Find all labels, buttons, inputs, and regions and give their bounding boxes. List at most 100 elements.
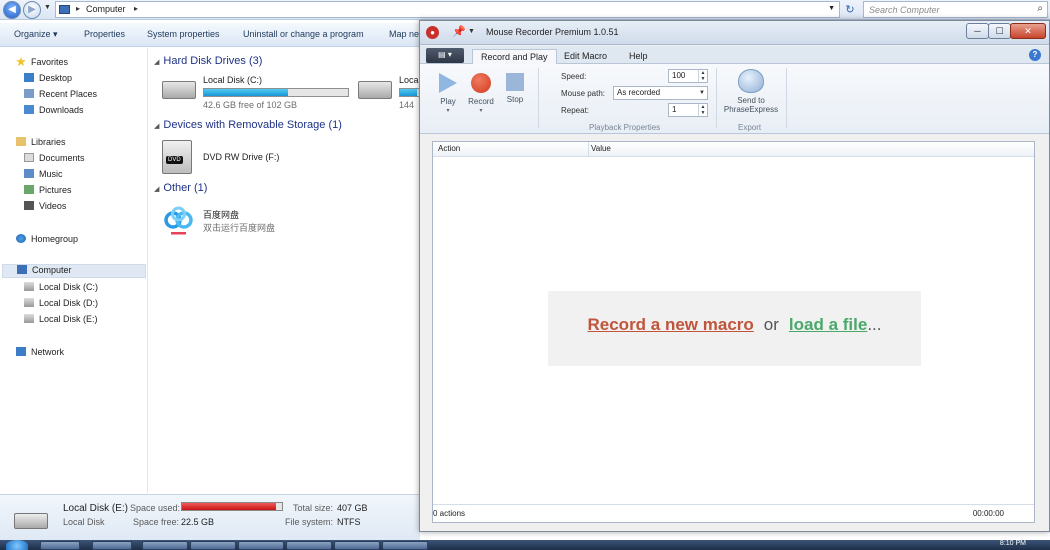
address-dropdown-icon[interactable]: ▼	[828, 5, 835, 12]
taskbar-app-button[interactable]	[190, 541, 236, 550]
or-text: or	[763, 315, 779, 334]
record-dropdown-icon[interactable]: ▾	[465, 107, 497, 114]
taskbar-app-button[interactable]	[142, 541, 188, 550]
group-removable-storage[interactable]: ◢ Devices with Removable Storage (1)	[154, 119, 342, 131]
taskbar-app-button[interactable]	[92, 541, 132, 550]
drive-icon	[24, 298, 34, 307]
start-button[interactable]	[6, 540, 28, 550]
spinner-arrows-icon[interactable]: ▲ ▼	[698, 104, 707, 116]
tab-help[interactable]: Help	[621, 49, 656, 64]
taskbar-app-button[interactable]	[334, 541, 380, 550]
nav-disk-c[interactable]: Local Disk (C:)	[24, 282, 98, 296]
spinner-arrows-icon[interactable]: ▲ ▼	[698, 70, 707, 82]
load-file-link[interactable]: load a file	[789, 315, 867, 334]
nav-recent-places[interactable]: Recent Places	[24, 89, 97, 103]
maximize-button[interactable]: ☐	[988, 23, 1011, 39]
baidu-pan-icon	[164, 206, 193, 235]
nav-disk-c-label: Local Disk (C:)	[39, 282, 99, 292]
play-button[interactable]: Play ▾	[433, 73, 463, 114]
hard-drive-icon	[162, 81, 196, 99]
drive-c-name: Local Disk (C:)	[203, 75, 263, 85]
nav-disk-e[interactable]: Local Disk (E:)	[24, 314, 98, 328]
record-label: Record	[468, 97, 494, 106]
send-to-phraseexpress-button[interactable]: Send to PhraseExpress	[720, 69, 782, 114]
recorder-title-bar[interactable]: ● 📌 ▼ Mouse Recorder Premium 1.0.51 ─ ☐ …	[420, 21, 1049, 45]
taskbar-clock[interactable]: 8:10 PM	[1000, 540, 1026, 547]
organize-button[interactable]: Organize ▾	[14, 29, 58, 40]
nav-desktop[interactable]: Desktop	[24, 73, 72, 87]
breadcrumb-computer[interactable]: Computer	[86, 4, 126, 14]
nav-computer[interactable]: Computer	[2, 264, 146, 278]
close-button[interactable]: ✕	[1010, 23, 1046, 39]
tab-edit-macro[interactable]: Edit Macro	[556, 49, 615, 64]
minimize-button[interactable]: ─	[966, 23, 989, 39]
taskbar: 8:10 PM	[0, 540, 1050, 550]
group-other[interactable]: ◢ Other (1)	[154, 182, 207, 194]
refresh-button[interactable]: ↻	[842, 2, 858, 18]
taskbar-app-button[interactable]	[238, 541, 284, 550]
nav-pictures[interactable]: Pictures	[24, 185, 72, 199]
breadcrumb-arrow-icon[interactable]: ▸	[76, 4, 80, 13]
nav-network[interactable]: Network	[16, 347, 64, 361]
back-arrow-icon: ◀	[8, 4, 16, 15]
stop-label: Stop	[506, 95, 524, 104]
taskbar-app-button[interactable]	[40, 541, 80, 550]
stop-icon	[506, 73, 524, 91]
speed-label: Speed:	[561, 72, 587, 81]
pin-icon[interactable]: 📌	[452, 25, 466, 38]
file-menu-button[interactable]: ▤ ▾	[426, 48, 464, 63]
collapse-icon[interactable]: ◢	[154, 59, 159, 66]
nav-desktop-label: Desktop	[39, 73, 73, 83]
search-input[interactable]: Search Computer ⌕	[863, 1, 1048, 18]
column-divider[interactable]	[588, 142, 589, 157]
uninstall-program-button[interactable]: Uninstall or change a program	[243, 29, 364, 39]
desktop-icon	[24, 73, 34, 82]
nav-disk-d[interactable]: Local Disk (D:)	[24, 298, 98, 312]
record-new-macro-link[interactable]: Record a new macro	[588, 315, 754, 334]
tab-record-and-play[interactable]: Record and Play	[472, 49, 557, 64]
ellipsis-text: ...	[867, 315, 882, 334]
taskbar-app-button[interactable]	[382, 541, 428, 550]
speed-stepper[interactable]: 100 ▲ ▼	[668, 69, 708, 83]
forward-arrow-icon: ▶	[28, 4, 36, 15]
baidu-pan-description: 双击运行百度网盘	[203, 223, 276, 233]
nav-videos[interactable]: Videos	[24, 201, 66, 215]
nav-homegroup[interactable]: Homegroup	[16, 234, 78, 248]
quick-access-dropdown-icon[interactable]: ▼	[468, 28, 475, 35]
chevron-down-icon[interactable]: ▼	[699, 87, 705, 99]
back-button[interactable]: ◀	[3, 1, 21, 19]
nav-documents[interactable]: Documents	[24, 153, 85, 167]
stop-button[interactable]: Stop	[500, 73, 530, 104]
drive-dvd-name: DVD RW Drive (F:)	[203, 152, 280, 162]
drive-icon	[24, 282, 34, 291]
system-properties-button[interactable]: System properties	[147, 29, 220, 39]
nav-music[interactable]: Music	[24, 169, 63, 183]
record-button[interactable]: Record ▾	[465, 73, 497, 114]
collapse-icon[interactable]: ◢	[154, 186, 159, 193]
ribbon-separator	[786, 68, 787, 128]
map-network-drive-button[interactable]: Map ne	[389, 29, 419, 39]
recent-pages-dropdown[interactable]: ▼	[44, 4, 51, 11]
column-header-action[interactable]: Action	[438, 144, 460, 153]
group-hard-disk-drives[interactable]: ◢ Hard Disk Drives (3)	[154, 55, 262, 67]
forward-button[interactable]: ▶	[23, 1, 41, 19]
nav-downloads[interactable]: Downloads	[24, 105, 84, 119]
mouse-path-select[interactable]: As recorded ▼	[613, 86, 708, 100]
action-count: 0 actions	[433, 509, 466, 518]
collapse-icon[interactable]: ◢	[154, 123, 159, 130]
column-header-value[interactable]: Value	[591, 144, 611, 153]
playback-properties-caption: Playback Properties	[589, 123, 661, 132]
breadcrumb-arrow-icon[interactable]: ▸	[134, 4, 138, 13]
repeat-stepper[interactable]: 1 ▲ ▼	[668, 103, 708, 117]
nav-favorites[interactable]: Favorites	[16, 57, 68, 71]
play-dropdown-icon[interactable]: ▾	[433, 107, 463, 114]
properties-button[interactable]: Properties	[84, 29, 125, 39]
help-icon[interactable]: ?	[1029, 49, 1041, 61]
address-bar[interactable]: ▸ Computer ▸ ▼	[55, 1, 840, 18]
taskbar-app-button[interactable]	[286, 541, 332, 550]
recent-places-icon	[24, 89, 34, 98]
search-icon[interactable]: ⌕	[1037, 3, 1043, 14]
homegroup-icon	[16, 234, 26, 243]
details-space-used-label: Space used:	[130, 503, 181, 513]
nav-libraries[interactable]: Libraries	[16, 137, 66, 151]
